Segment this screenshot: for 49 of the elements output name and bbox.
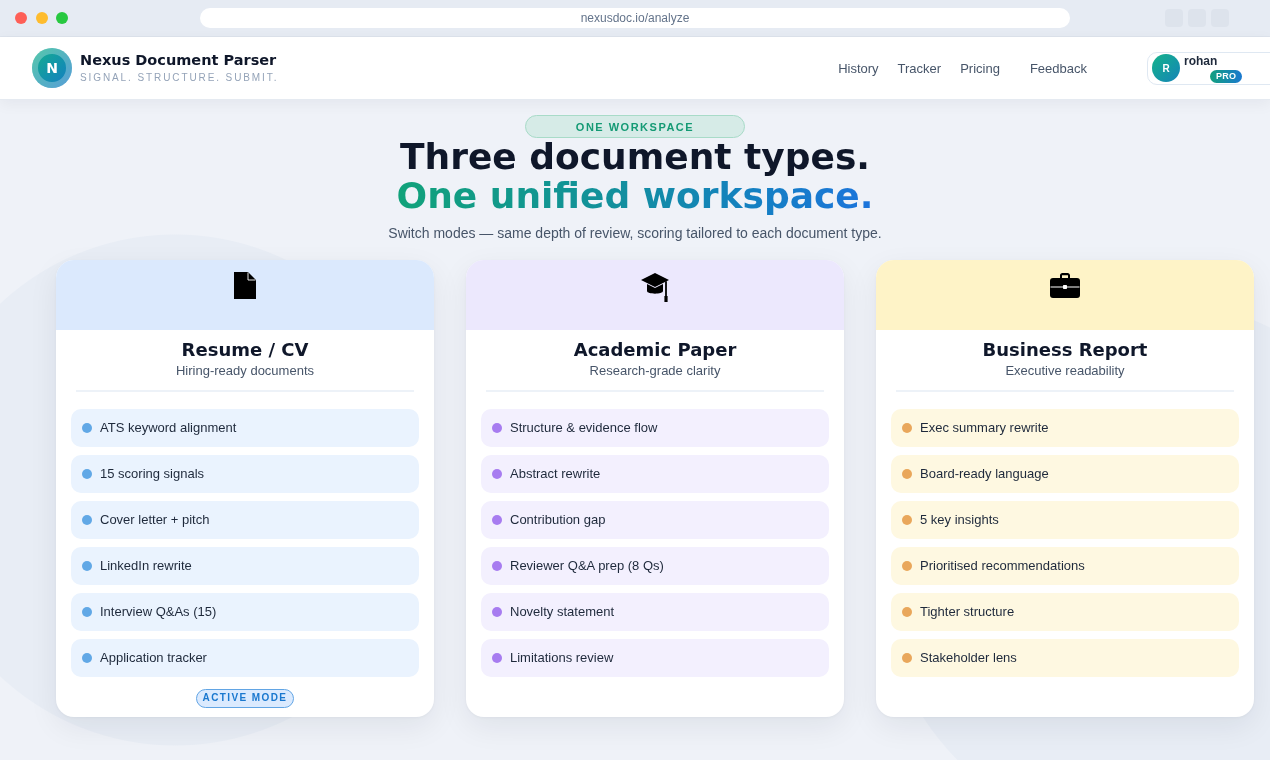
close-icon[interactable] [15, 12, 27, 24]
mode-card[interactable]: Academic Paper Research-grade clarity Structure & evidence flow Abstract rewrite Contribution gap Reviewer Q&A prep (8 Qs) Novelty statement Limitations review [466, 260, 844, 717]
feature-label: 5 key insights [920, 512, 999, 527]
card-title: Business Report [981, 339, 1149, 361]
feature-label: Reviewer Q&A prep (8 Qs) [510, 558, 664, 573]
feature-label: Abstract rewrite [510, 466, 601, 481]
briefcase-icon [1050, 272, 1080, 298]
user-chip[interactable]: R rohan PRO [1147, 51, 1270, 85]
nav-link[interactable]: Pricing [960, 60, 1000, 76]
feature-label: Cover letter + pitch [100, 512, 210, 527]
graduation-cap-icon [641, 272, 669, 302]
feature-label: Novelty statement [510, 604, 615, 619]
mode-card[interactable]: Business Report Executive readability Exec summary rewrite Board-ready language 5 key insights Prioritised recommendations Tighter structure Stakeholder lens [876, 260, 1254, 717]
card-subtitle: Hiring-ready documents [175, 363, 315, 379]
feature-label: 15 scoring signals [100, 466, 205, 481]
card-title: Academic Paper [572, 339, 738, 361]
eyebrow-badge: ONE WORKSPACE [525, 115, 745, 138]
card-title: Resume / CV [180, 339, 310, 361]
tagline: SIGNAL. STRUCTURE. SUBMIT. [80, 71, 279, 85]
plan-badge: PRO [1210, 69, 1243, 83]
maximize-icon[interactable] [56, 12, 68, 24]
nav-link[interactable]: History [838, 60, 879, 76]
mode-card[interactable]: Resume / CV Hiring-ready documents ATS keyword alignment 15 scoring signals Cover letter + pitch LinkedIn rewrite Interview Q&As (15) Application tracker ACTIVE MODE [56, 260, 434, 717]
feature-label: Stakeholder lens [920, 650, 1017, 665]
nav-link[interactable]: Feedback [1029, 60, 1087, 76]
minimize-icon[interactable] [35, 12, 48, 24]
card-subtitle: Research-grade clarity [588, 363, 722, 379]
feature-label: Application tracker [100, 650, 207, 665]
nav-link[interactable]: Tracker [897, 60, 942, 76]
document-icon [234, 272, 256, 299]
feature-label: Structure & evidence flow [510, 420, 658, 435]
hero-subtitle: Switch modes — same depth of review, scoring tailored to each document type. [388, 225, 882, 242]
feature-label: Contribution gap [510, 512, 606, 527]
feature-label: LinkedIn rewrite [100, 558, 192, 573]
avatar: R [1152, 54, 1180, 82]
feature-label: ATS keyword alignment [100, 420, 237, 435]
user-name: rohan [1184, 53, 1218, 68]
feature-label: Tighter structure [920, 604, 1015, 619]
feature-label: Board-ready language [920, 466, 1049, 481]
feature-label: Interview Q&As (15) [100, 604, 217, 619]
card-subtitle: Executive readability [1004, 363, 1126, 379]
feature-label: Limitations review [510, 650, 614, 665]
feature-label: Prioritised recommendations [920, 558, 1085, 573]
hero-heading: Three document types. [399, 138, 870, 176]
logo: N [32, 48, 72, 88]
app-title: Nexus Document Parser [80, 51, 278, 69]
address-bar[interactable]: nexusdoc.io/analyze [200, 8, 1070, 28]
active-mode-badge: ACTIVE MODE [195, 688, 295, 708]
feature-label: Exec summary rewrite [920, 420, 1049, 435]
